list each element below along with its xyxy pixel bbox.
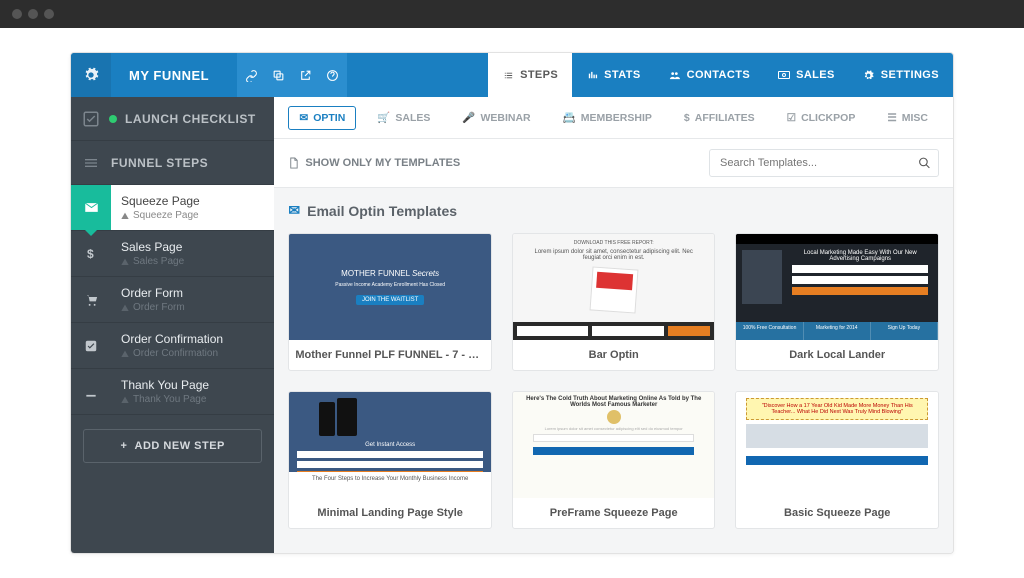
link-icon[interactable] — [245, 69, 258, 82]
envelope-icon: ✉ — [288, 202, 300, 219]
funnel-title: MY FUNNEL — [111, 53, 227, 97]
template-thumb: DOWNLOAD THIS FREE REPORT: Lorem ipsum d… — [513, 234, 715, 340]
browser-chrome — [0, 0, 1024, 28]
dollar-icon: $ — [71, 231, 111, 276]
template-card[interactable]: MOTHER FUNNEL Secrets Passive Income Aca… — [288, 233, 492, 371]
browser-dot — [44, 9, 54, 19]
funnel-steps-header: FUNNEL STEPS — [71, 141, 274, 185]
launch-checklist[interactable]: LAUNCH CHECKLIST — [71, 97, 274, 141]
menu-icon — [71, 155, 111, 171]
envelope-icon: ✉ — [299, 112, 308, 124]
sidebar: LAUNCH CHECKLIST FUNNEL STEPS Squeeze Pa… — [71, 97, 274, 553]
checkbox-icon — [71, 323, 111, 368]
template-thumb: Local Marketing Made Easy With Our New A… — [736, 234, 938, 340]
template-grid: MOTHER FUNNEL Secrets Passive Income Aca… — [288, 233, 939, 529]
section-title: ✉ Email Optin Templates — [288, 202, 939, 219]
sales-icon — [778, 69, 790, 81]
filter-affiliates[interactable]: $AFFILIATES — [673, 106, 766, 130]
template-filter-bar: ✉OPTIN 🛒SALES 🎤WEBINAR 📇MEMBERSHIP $AFFI… — [274, 97, 953, 139]
gear-icon — [863, 69, 875, 81]
svg-text:$: $ — [87, 247, 94, 261]
file-icon — [288, 157, 299, 170]
main-panel: ✉OPTIN 🛒SALES 🎤WEBINAR 📇MEMBERSHIP $AFFI… — [274, 97, 953, 553]
nav-tabs: STEPS STATS CONTACTS SALES SETTINGS — [488, 53, 953, 97]
template-card[interactable]: "Discover How a 17 Year Old Kid Made Mor… — [735, 391, 939, 529]
template-subbar: SHOW ONLY MY TEMPLATES — [274, 139, 953, 188]
checklist-icon — [71, 110, 111, 128]
app-gear-icon[interactable] — [71, 53, 111, 97]
help-icon[interactable] — [326, 69, 339, 82]
template-card[interactable]: Here's The Cold Truth About Marketing On… — [512, 391, 716, 529]
template-thumb: "Discover How a 17 Year Old Kid Made Mor… — [736, 392, 938, 498]
mic-icon: 🎤 — [462, 111, 475, 124]
cart-icon — [71, 277, 111, 322]
external-icon[interactable] — [299, 69, 312, 82]
tab-steps[interactable]: STEPS — [488, 53, 572, 97]
topbar: MY FUNNEL STEPS STATS CONTACTS SALE — [71, 53, 953, 97]
search-icon — [918, 157, 931, 170]
template-card[interactable]: DOWNLOAD THIS FREE REPORT: Lorem ipsum d… — [512, 233, 716, 371]
contacts-icon — [669, 69, 681, 81]
template-card[interactable]: Local Marketing Made Easy With Our New A… — [735, 233, 939, 371]
popup-icon: ☑ — [787, 112, 796, 124]
badge-icon: 📇 — [563, 111, 576, 124]
filter-sales[interactable]: 🛒SALES — [366, 105, 441, 130]
app-window: MY FUNNEL STEPS STATS CONTACTS SALE — [70, 52, 954, 554]
browser-dot — [12, 9, 22, 19]
filter-misc[interactable]: ☰MISC — [876, 106, 939, 130]
tab-contacts[interactable]: CONTACTS — [655, 53, 765, 97]
copy-icon[interactable] — [272, 69, 285, 82]
tab-settings[interactable]: SETTINGS — [849, 53, 953, 97]
template-thumb: Here's The Cold Truth About Marketing On… — [513, 392, 715, 498]
toolbar-icons — [237, 53, 347, 97]
list-icon: ☰ — [887, 112, 896, 124]
template-thumb: MOTHER FUNNEL Secrets Passive Income Aca… — [289, 234, 491, 340]
filter-webinar[interactable]: 🎤WEBINAR — [451, 105, 541, 130]
add-new-step-button[interactable]: + ADD NEW STEP — [83, 429, 262, 463]
download-icon — [71, 369, 111, 414]
step-sales-page[interactable]: $ Sales Page Sales Page — [71, 231, 274, 277]
template-thumb: Get Instant Access The Four Steps to Inc… — [289, 392, 491, 498]
filter-clickpop[interactable]: ☑CLICKPOP — [776, 106, 867, 130]
browser-dot — [28, 9, 38, 19]
envelope-icon — [71, 185, 111, 230]
list-icon — [502, 69, 514, 81]
step-order-form[interactable]: Order Form Order Form — [71, 277, 274, 323]
search-input[interactable] — [709, 149, 939, 177]
stats-icon — [586, 69, 598, 81]
cart-icon: 🛒 — [377, 111, 390, 124]
step-thank-you[interactable]: Thank You Page Thank You Page — [71, 369, 274, 415]
plus-icon: + — [121, 440, 135, 452]
filter-optin[interactable]: ✉OPTIN — [288, 106, 356, 130]
filter-membership[interactable]: 📇MEMBERSHIP — [552, 105, 663, 130]
tab-sales[interactable]: SALES — [764, 53, 849, 97]
step-squeeze-page[interactable]: Squeeze Page Squeeze Page — [71, 185, 274, 231]
status-dot — [109, 115, 117, 123]
template-card[interactable]: Get Instant Access The Four Steps to Inc… — [288, 391, 492, 529]
dollar-icon: $ — [684, 112, 690, 124]
tab-stats[interactable]: STATS — [572, 53, 654, 97]
step-order-confirmation[interactable]: Order Confirmation Order Confirmation — [71, 323, 274, 369]
show-only-my-templates[interactable]: SHOW ONLY MY TEMPLATES — [288, 157, 460, 170]
